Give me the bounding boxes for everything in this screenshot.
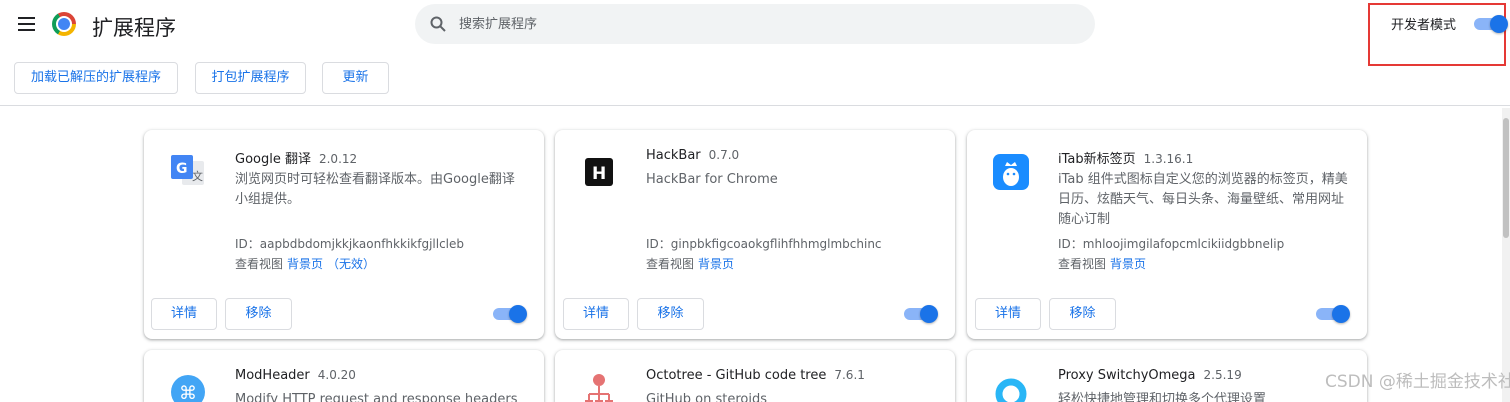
extension-card-hackbar: H HackBar 0.7.0 HackBar for Chrome ID：gin…	[555, 130, 955, 339]
extension-id: ID：ginpbkfigcoaokgflihfhhmglmbchinc	[646, 237, 882, 251]
highlight-box	[1368, 3, 1506, 66]
background-page-link[interactable]: 背景页	[287, 257, 323, 271]
extension-name: Google 翻译	[235, 152, 311, 167]
pack-extension-button[interactable]: 打包扩展程序	[195, 62, 306, 94]
svg-text:文: 文	[192, 169, 203, 183]
extension-description: GitHub on steroids	[646, 392, 768, 402]
remove-button[interactable]: 移除	[1049, 298, 1116, 330]
details-button[interactable]: 详情	[151, 298, 217, 330]
extension-views: 查看视图 背景页	[646, 255, 734, 272]
extension-id: ID：mhloojimgilafopcmlcikiidgbbnelip	[1058, 237, 1285, 251]
remove-button[interactable]: 移除	[637, 298, 704, 330]
watermark: CSDN @稀土掘金技术社区	[1325, 372, 1510, 392]
menu-icon[interactable]	[17, 14, 37, 34]
extension-card-itab: iTab新标签页 1.3.16.1 iTab 组件式图标自定义您的浏览器的标签页，…	[967, 130, 1367, 339]
svg-text:H: H	[592, 164, 606, 184]
enable-toggle[interactable]	[904, 305, 938, 323]
header: 扩展程序 开发者模式	[0, 0, 1510, 66]
chrome-logo-icon	[52, 12, 76, 36]
extension-card-modheader: ⌘ ModHeader 4.0.20 Modify HTTP request an…	[144, 350, 544, 402]
extension-id: ID：aapbdbdomjkkjkaonfhkkikfgjllcleb	[235, 237, 464, 251]
extension-name: HackBar	[646, 148, 701, 163]
page-title: 扩展程序	[92, 16, 176, 40]
extension-views: 查看视图 背景页 （无效）	[235, 255, 375, 272]
extension-name: iTab新标签页	[1058, 152, 1136, 167]
extension-version: 1.3.16.1	[1143, 152, 1194, 166]
extension-version: 7.6.1	[834, 368, 865, 382]
details-button[interactable]: 详情	[975, 298, 1041, 330]
extension-description: 轻松快捷地管理和切换多个代理设置	[1058, 392, 1267, 402]
extension-card-switchyomega: Proxy SwitchyOmega 2.5.19 轻松快捷地管理和切换多个代理设…	[967, 350, 1367, 402]
extension-description: iTab 组件式图标自定义您的浏览器的标签页，精美日历、炫酷天气、每日头条、海量…	[1058, 172, 1348, 227]
svg-text:⌘: ⌘	[179, 383, 197, 402]
load-unpacked-button[interactable]: 加载已解压的扩展程序	[14, 62, 178, 94]
extension-name: ModHeader	[235, 368, 310, 383]
search-box[interactable]	[415, 4, 1095, 44]
search-icon	[430, 16, 446, 32]
background-page-link[interactable]: 背景页	[698, 257, 734, 271]
search-input[interactable]	[459, 12, 1059, 36]
extension-version: 0.7.0	[708, 148, 740, 162]
svg-text:G: G	[176, 161, 188, 177]
views-label: 查看视图	[646, 257, 695, 271]
extension-version: 2.0.12	[318, 152, 358, 166]
details-button[interactable]: 详情	[563, 298, 629, 330]
remove-button[interactable]: 移除	[225, 298, 292, 330]
extension-card-google-translate: 文 G Google 翻译 2.0.12 浏览网页时可轻松查看翻译版本。由Goog…	[144, 130, 544, 339]
extension-views: 查看视图 背景页	[1058, 255, 1146, 272]
extension-version: 4.0.20	[317, 368, 356, 382]
switchyomega-icon	[991, 372, 1031, 402]
enable-toggle[interactable]	[1316, 305, 1350, 323]
itab-icon	[991, 152, 1031, 192]
extension-description: 浏览网页时可轻松查看翻译版本。由Google翻译小组提供。	[235, 172, 515, 207]
update-button[interactable]: 更新	[322, 62, 389, 94]
dev-mode-toggle[interactable]	[1474, 15, 1508, 33]
modheader-icon: ⌘	[168, 372, 208, 402]
background-page-link[interactable]: 背景页	[1110, 257, 1146, 271]
inactive-link[interactable]: （无效）	[327, 257, 375, 271]
extension-name: Octotree - GitHub code tree	[646, 368, 827, 383]
views-label: 查看视图	[1058, 257, 1107, 271]
google-translate-icon: 文 G	[168, 152, 208, 192]
extension-card-octotree: Octotree - GitHub code tree 7.6.1 GitHub …	[555, 350, 955, 402]
enable-toggle[interactable]	[493, 305, 527, 323]
dev-mode-label: 开发者模式	[1391, 18, 1457, 33]
hackbar-icon: H	[579, 152, 619, 192]
views-label: 查看视图	[235, 257, 284, 271]
extension-name: Proxy SwitchyOmega	[1058, 368, 1196, 383]
octotree-icon	[579, 372, 619, 402]
extension-version: 2.5.19	[1203, 368, 1242, 382]
scrollbar[interactable]	[1502, 108, 1510, 402]
extension-description: Modify HTTP request and response headers	[235, 392, 518, 402]
extension-description: HackBar for Chrome	[646, 172, 778, 187]
divider	[0, 105, 1510, 106]
